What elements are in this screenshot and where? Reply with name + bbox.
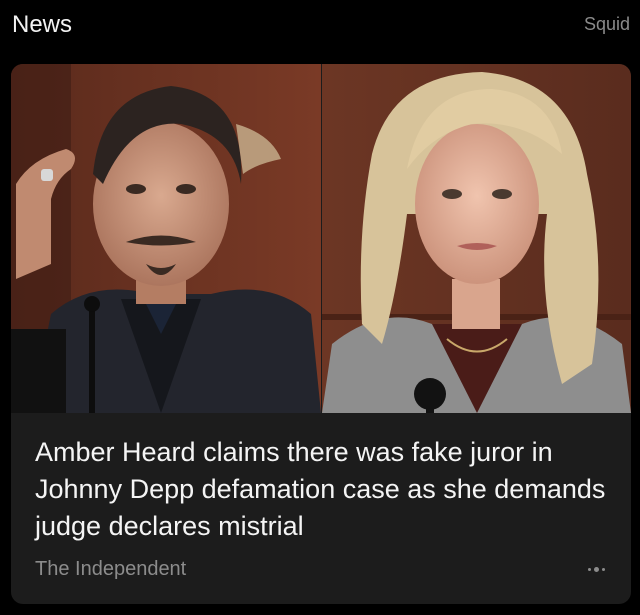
- dot-icon: [587, 567, 591, 571]
- article-photo-right: [322, 64, 631, 413]
- more-dots-icon[interactable]: [583, 561, 609, 577]
- article-headline[interactable]: Amber Heard claims there was fake juror …: [35, 434, 615, 545]
- dot-icon: [593, 566, 599, 572]
- news-card[interactable]: Amber Heard claims there was fake juror …: [11, 64, 631, 604]
- header-title: News: [12, 11, 73, 38]
- article-publisher: The Independent: [35, 558, 187, 580]
- article-image[interactable]: [11, 64, 631, 413]
- top-bar: News Squid: [0, 0, 640, 52]
- header-source-label[interactable]: Squid: [584, 14, 630, 35]
- article-photo-left: [11, 64, 321, 413]
- dot-icon: [601, 567, 605, 571]
